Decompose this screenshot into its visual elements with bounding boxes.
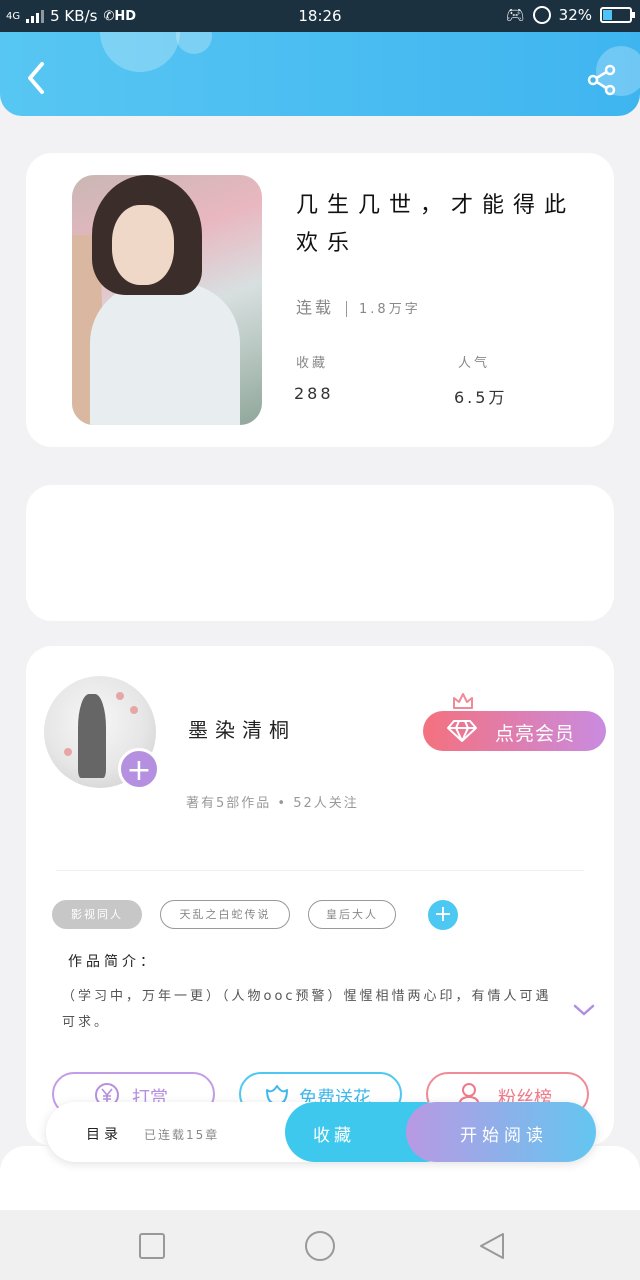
vip-button[interactable]: 点亮会员 [423, 711, 606, 751]
recent-apps-icon[interactable] [138, 1232, 166, 1260]
popularity-count: 6.5万 [454, 388, 508, 407]
chevron-left-icon [28, 62, 44, 94]
author-meta: 著有5部作品 • 52人关注 [186, 796, 359, 811]
table-of-contents-button[interactable]: 目录 [86, 1124, 122, 1144]
author-card: + 墨染清桐 著有5部作品 • 52人关注 点亮会员 影视同人 天乱之白蛇传说 … [26, 646, 614, 1146]
intro-text: （学习中，万年一更）（人物ooc预警）惺惺相惜两心印，有情人可遇可求。 [62, 989, 552, 1030]
blank-card [26, 485, 614, 621]
book-status: 连载 1.8万字 [296, 294, 421, 318]
gamepad-icon: 🎮︎ [505, 6, 525, 24]
avatar-figure [78, 694, 106, 778]
decor-bubble [100, 32, 180, 72]
follow-author-button[interactable]: + [118, 748, 160, 790]
author-name: 墨染清桐 [188, 718, 296, 742]
word-count: 1.8万字 [359, 302, 421, 317]
favorites-label: 收藏 [296, 356, 329, 371]
add-tag-button[interactable]: + [428, 900, 458, 930]
header [0, 32, 640, 116]
intro-title: 作品简介： [68, 954, 158, 970]
section-divider [56, 870, 584, 871]
avatar-blossom [64, 748, 72, 756]
serial-status: 连载 [296, 298, 335, 317]
decor-bubble [176, 32, 212, 54]
diamond-icon [447, 720, 477, 742]
bottom-action-bar: 目录 已连载15章 收藏 开始阅读 [46, 1102, 596, 1162]
share-icon [587, 64, 616, 96]
start-reading-button[interactable]: 开始阅读 [406, 1102, 596, 1162]
avatar-blossom [116, 692, 124, 700]
tag-item[interactable]: 天乱之白蛇传说 [160, 900, 290, 929]
favorites-button-label: 收藏 [313, 1126, 355, 1146]
favorites-count: 288 [294, 384, 334, 403]
tag-item[interactable]: 皇后大人 [308, 900, 396, 929]
vip-label: 点亮会员 [495, 723, 576, 745]
share-button[interactable] [586, 64, 618, 96]
book-cover[interactable] [72, 175, 262, 425]
cover-robe [90, 283, 240, 425]
crown-icon [453, 693, 473, 709]
cover-face [112, 205, 174, 285]
back-nav-icon[interactable] [478, 1232, 506, 1260]
avatar-blossom [130, 706, 138, 714]
battery-percent: 32% [558, 6, 592, 24]
start-reading-label: 开始阅读 [460, 1126, 548, 1146]
divider [346, 300, 348, 317]
status-bar: 4G 5 KB/s ✆HD 18:26 🎮︎ 32% [0, 0, 640, 32]
home-icon[interactable] [304, 1230, 336, 1262]
book-title: 几生几世，才能得此欢乐 [296, 193, 576, 256]
back-button[interactable] [22, 60, 52, 96]
system-nav-bar [0, 1210, 640, 1280]
tag-item[interactable]: 影视同人 [52, 900, 142, 929]
popularity-label: 人气 [458, 356, 491, 371]
battery-icon [600, 7, 635, 23]
chapter-count: 已连载15章 [144, 1128, 220, 1142]
lock-rotation-icon [532, 6, 551, 24]
book-info-card: 几生几世，才能得此欢乐 连载 1.8万字 收藏 288 人气 6.5万 [26, 153, 614, 447]
chevron-down-icon[interactable] [572, 1002, 596, 1018]
